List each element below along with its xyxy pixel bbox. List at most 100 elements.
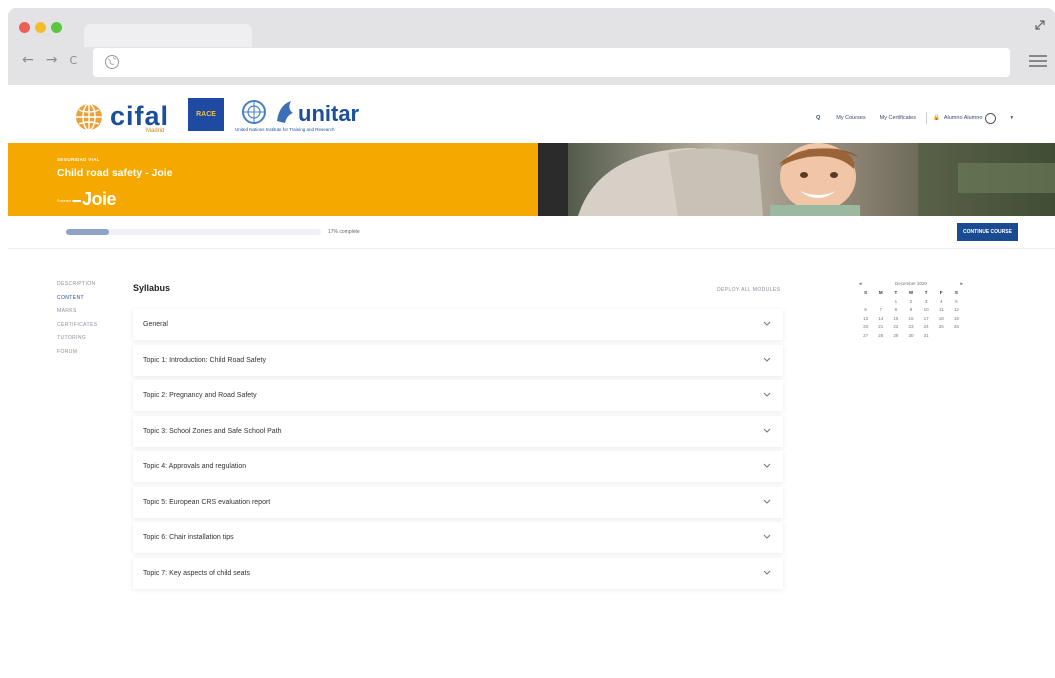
race-logo[interactable]: RACE bbox=[188, 98, 224, 131]
minimize-dot-icon[interactable] bbox=[35, 22, 46, 33]
my-certificates-link[interactable]: My Certificates bbox=[880, 115, 916, 121]
sidebar-item-content[interactable]: CONTENT bbox=[57, 295, 97, 309]
chevron-down-icon[interactable] bbox=[763, 392, 771, 398]
chevron-down-icon[interactable]: ▾ bbox=[1010, 115, 1013, 121]
module-row[interactable]: Topic 2: Pregnancy and Road Safety bbox=[133, 380, 783, 411]
globe-icon bbox=[105, 55, 119, 69]
close-dot-icon[interactable] bbox=[19, 22, 30, 33]
calendar-day[interactable]: 17 bbox=[919, 316, 934, 323]
module-row[interactable]: Topic 3: School Zones and Safe School Pa… bbox=[133, 415, 783, 447]
chevron-down-icon[interactable] bbox=[763, 321, 771, 327]
calendar-day[interactable]: 22 bbox=[888, 324, 903, 331]
calendar-day[interactable]: 5 bbox=[949, 299, 964, 306]
brand-dash bbox=[73, 200, 81, 202]
calendar-day[interactable]: 27 bbox=[858, 333, 873, 340]
address-bar[interactable] bbox=[93, 48, 1010, 77]
calendar-day-header: F bbox=[939, 290, 943, 295]
calendar-day[interactable]: 18 bbox=[934, 316, 949, 323]
course-banner: SEGURIDAD VIAL Child road safety - Joie … bbox=[8, 143, 1055, 216]
calendar-day[interactable]: 10 bbox=[919, 307, 934, 314]
module-row[interactable]: Topic 5: European CRS evaluation report bbox=[133, 486, 783, 518]
module-title: Topic 5: European CRS evaluation report bbox=[143, 498, 271, 506]
module-row[interactable]: General bbox=[133, 309, 783, 340]
calendar-day[interactable]: 23 bbox=[903, 324, 918, 331]
calendar-day[interactable]: 13 bbox=[858, 316, 873, 323]
calendar-day bbox=[934, 333, 949, 340]
reload-icon[interactable]: C bbox=[69, 54, 77, 68]
unitar-wordmark[interactable]: unitar bbox=[298, 101, 359, 127]
chevron-down-icon[interactable] bbox=[763, 428, 771, 434]
calendar-day-header: S bbox=[864, 290, 868, 295]
module-title: General bbox=[143, 321, 168, 328]
calendar-day[interactable]: 16 bbox=[903, 316, 918, 323]
module-title: Topic 1: Introduction: Child Road Safety bbox=[143, 356, 266, 364]
joie-logo: Joie bbox=[82, 189, 117, 209]
header-separator bbox=[926, 112, 927, 124]
calendar-day[interactable]: 3 bbox=[919, 299, 934, 306]
calendar-day[interactable]: 12 bbox=[949, 307, 964, 314]
chevron-down-icon[interactable] bbox=[763, 570, 771, 576]
module-row[interactable]: Topic 6: Chair installation tips bbox=[133, 522, 783, 553]
calendar-day[interactable]: 4 bbox=[934, 299, 949, 306]
calendar-day[interactable]: 31 bbox=[919, 333, 934, 340]
forward-arrow-icon[interactable]: → bbox=[46, 52, 58, 68]
my-courses-link[interactable]: My Courses bbox=[836, 115, 865, 121]
sidebar-item-description[interactable]: DESCRIPTION bbox=[57, 281, 97, 295]
calendar-prev-icon[interactable]: ◄ bbox=[858, 281, 862, 290]
calendar-day[interactable]: 9 bbox=[903, 307, 918, 314]
module-row[interactable]: Topic 7: Key aspects of child seats bbox=[133, 557, 783, 589]
expand-icon[interactable] bbox=[1033, 18, 1047, 32]
user-name[interactable]: Alumno Alumno bbox=[944, 115, 983, 121]
calendar-day[interactable]: 11 bbox=[934, 307, 949, 314]
calendar-day[interactable]: 21 bbox=[873, 324, 888, 331]
calendar-day-header: T bbox=[894, 290, 898, 295]
calendar-day[interactable]: 25 bbox=[934, 324, 949, 331]
calendar-day-header: M bbox=[878, 290, 883, 295]
calendar-day[interactable]: 2 bbox=[903, 299, 918, 306]
search-icon[interactable]: Q bbox=[816, 115, 820, 121]
calendar-day[interactable]: 30 bbox=[903, 333, 918, 340]
chevron-down-icon[interactable] bbox=[763, 463, 771, 469]
deploy-all-modules-link[interactable]: DEPLOY ALL MODULES bbox=[717, 287, 780, 293]
chevron-down-icon[interactable] bbox=[763, 357, 771, 363]
chevron-down-icon[interactable] bbox=[763, 499, 771, 505]
calendar-day[interactable]: 8 bbox=[888, 307, 903, 314]
module-title: Topic 7: Key aspects of child seats bbox=[143, 569, 250, 577]
sidebar-item-marks[interactable]: MARKS bbox=[57, 308, 97, 322]
unitar-subtitle: United Nations Institute for Training an… bbox=[235, 127, 335, 132]
calendar-day[interactable]: 15 bbox=[888, 316, 903, 323]
calendar-day[interactable]: 29 bbox=[888, 333, 903, 340]
section-divider bbox=[8, 248, 1055, 249]
module-title: Topic 4: Approvals and regulation bbox=[143, 463, 247, 470]
calendar-next-icon[interactable]: ► bbox=[960, 281, 964, 290]
calendar-day bbox=[949, 333, 964, 340]
calendar-day-header: S bbox=[954, 290, 958, 295]
calendar-grid: S M T W T F S 1 2 3 4 5 6 7 8 9 10 11 12 13 14 15 16 17 18 19 20 21… bbox=[858, 290, 964, 339]
calendar-day[interactable]: 24 bbox=[919, 324, 934, 331]
menu-icon[interactable] bbox=[1029, 54, 1047, 68]
module-title: Topic 2: Pregnancy and Road Safety bbox=[143, 392, 257, 399]
calendar-day[interactable]: 6 bbox=[858, 307, 873, 314]
sidebar-item-forum[interactable]: FORUM bbox=[57, 349, 97, 363]
back-arrow-icon[interactable]: ← bbox=[22, 52, 34, 68]
calendar-day[interactable]: 20 bbox=[858, 324, 873, 331]
calendar-day[interactable]: 14 bbox=[873, 316, 888, 323]
module-title: Topic 3: School Zones and Safe School Pa… bbox=[143, 427, 282, 435]
site-header: cifal Madrid RACE unitar United Nations … bbox=[8, 85, 1055, 143]
calendar-day[interactable]: 26 bbox=[949, 324, 964, 331]
continue-course-button[interactable]: CONTINUE COURSE bbox=[957, 223, 1018, 241]
avatar[interactable] bbox=[985, 112, 997, 124]
calendar-day[interactable]: 19 bbox=[949, 316, 964, 323]
browser-tab[interactable] bbox=[84, 24, 252, 47]
calendar-day[interactable]: 1 bbox=[888, 299, 903, 306]
calendar-day[interactable]: 28 bbox=[873, 333, 888, 340]
module-row[interactable]: Topic 1: Introduction: Child Road Safety bbox=[133, 344, 783, 376]
sidebar-item-tutoring[interactable]: TUTORING bbox=[57, 335, 97, 349]
maximize-dot-icon[interactable] bbox=[51, 22, 62, 33]
child-car-seat-photo bbox=[538, 143, 1055, 216]
chevron-down-icon[interactable] bbox=[763, 534, 771, 540]
module-row[interactable]: Topic 4: Approvals and regulation bbox=[133, 451, 783, 482]
sidebar-item-certificates[interactable]: CERTIFICATES bbox=[57, 322, 97, 336]
calendar-day bbox=[873, 299, 888, 306]
calendar-day[interactable]: 7 bbox=[873, 307, 888, 314]
